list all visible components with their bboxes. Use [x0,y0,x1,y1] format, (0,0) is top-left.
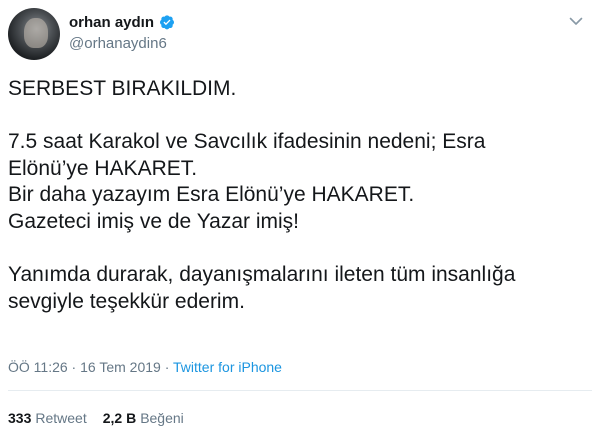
meta-separator: · [160,359,174,375]
divider [8,390,592,391]
retweets-count: 333 [8,410,32,426]
tweet-card: orhan aydın @orhanaydin6 SERBEST BIRAKIL… [0,0,600,444]
meta-separator: · [67,359,81,375]
likes-count: 2,2 B [102,410,137,426]
chevron-down-icon[interactable] [568,13,584,29]
author-block: orhan aydın @orhanaydin6 [69,11,175,52]
verified-badge-icon [160,15,175,30]
retweets-label: Retweet [35,410,87,426]
tweet-source-link[interactable]: Twitter for iPhone [173,359,282,375]
display-name-row: orhan aydın [69,11,175,33]
retweets-stat[interactable]: 333 Retweet [8,410,87,426]
likes-stat[interactable]: 2,2 B Beğeni [103,410,184,426]
tweet-meta: ÖÖ 11:26 · 16 Tem 2019 · Twitter for iPh… [8,359,282,375]
tweet-stats: 333 Retweet 2,2 B Beğeni [8,410,184,426]
tweet-date[interactable]: 16 Tem 2019 [80,359,161,375]
user-handle[interactable]: @orhanaydin6 [69,35,175,52]
tweet-time[interactable]: ÖÖ 11:26 [8,359,68,375]
likes-label: Beğeni [140,410,184,426]
display-name[interactable]: orhan aydın [69,14,154,31]
tweet-text: SERBEST BIRAKILDIM. 7.5 saat Karakol ve … [8,77,516,313]
avatar[interactable] [8,8,60,60]
